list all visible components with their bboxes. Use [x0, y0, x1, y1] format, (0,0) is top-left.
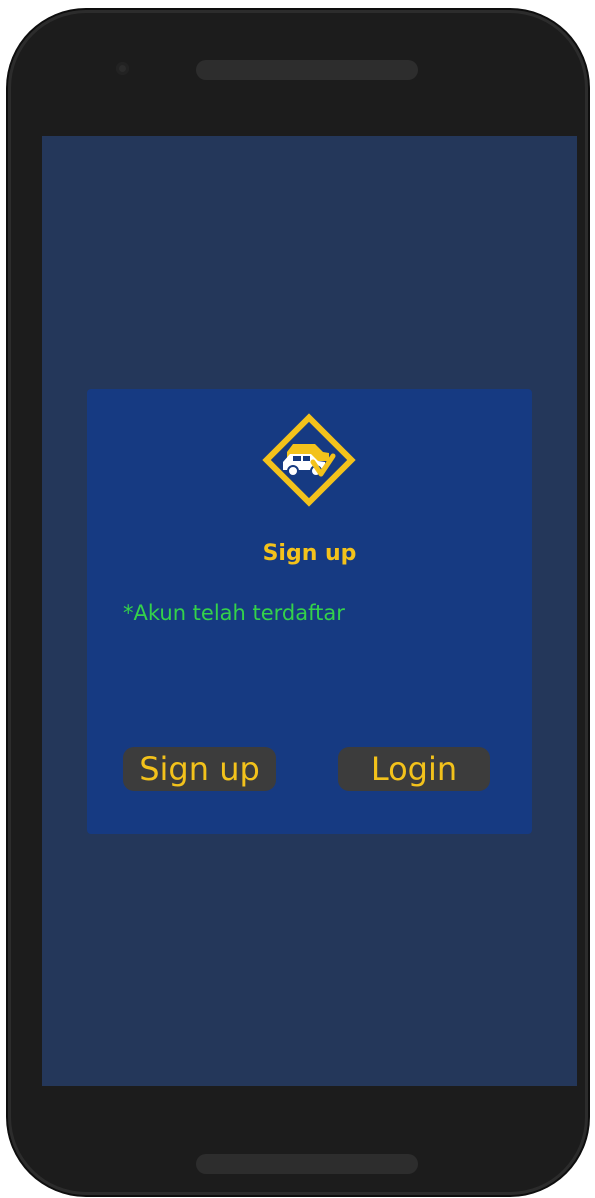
front-camera	[116, 62, 129, 75]
car-diamond-logo-icon	[262, 413, 356, 507]
top-speaker	[196, 60, 418, 80]
signup-button[interactable]: Sign up	[123, 747, 276, 791]
phone-frame: Sign up *Akun telah terdaftar Sign up Lo…	[8, 10, 588, 1195]
login-button[interactable]: Login	[338, 747, 490, 791]
app-screen: Sign up *Akun telah terdaftar Sign up Lo…	[42, 136, 577, 1086]
status-message: *Akun telah terdaftar	[123, 601, 345, 625]
page-title: Sign up	[262, 541, 357, 566]
bottom-speaker	[196, 1154, 418, 1174]
signup-card: Sign up *Akun telah terdaftar Sign up Lo…	[87, 389, 532, 834]
